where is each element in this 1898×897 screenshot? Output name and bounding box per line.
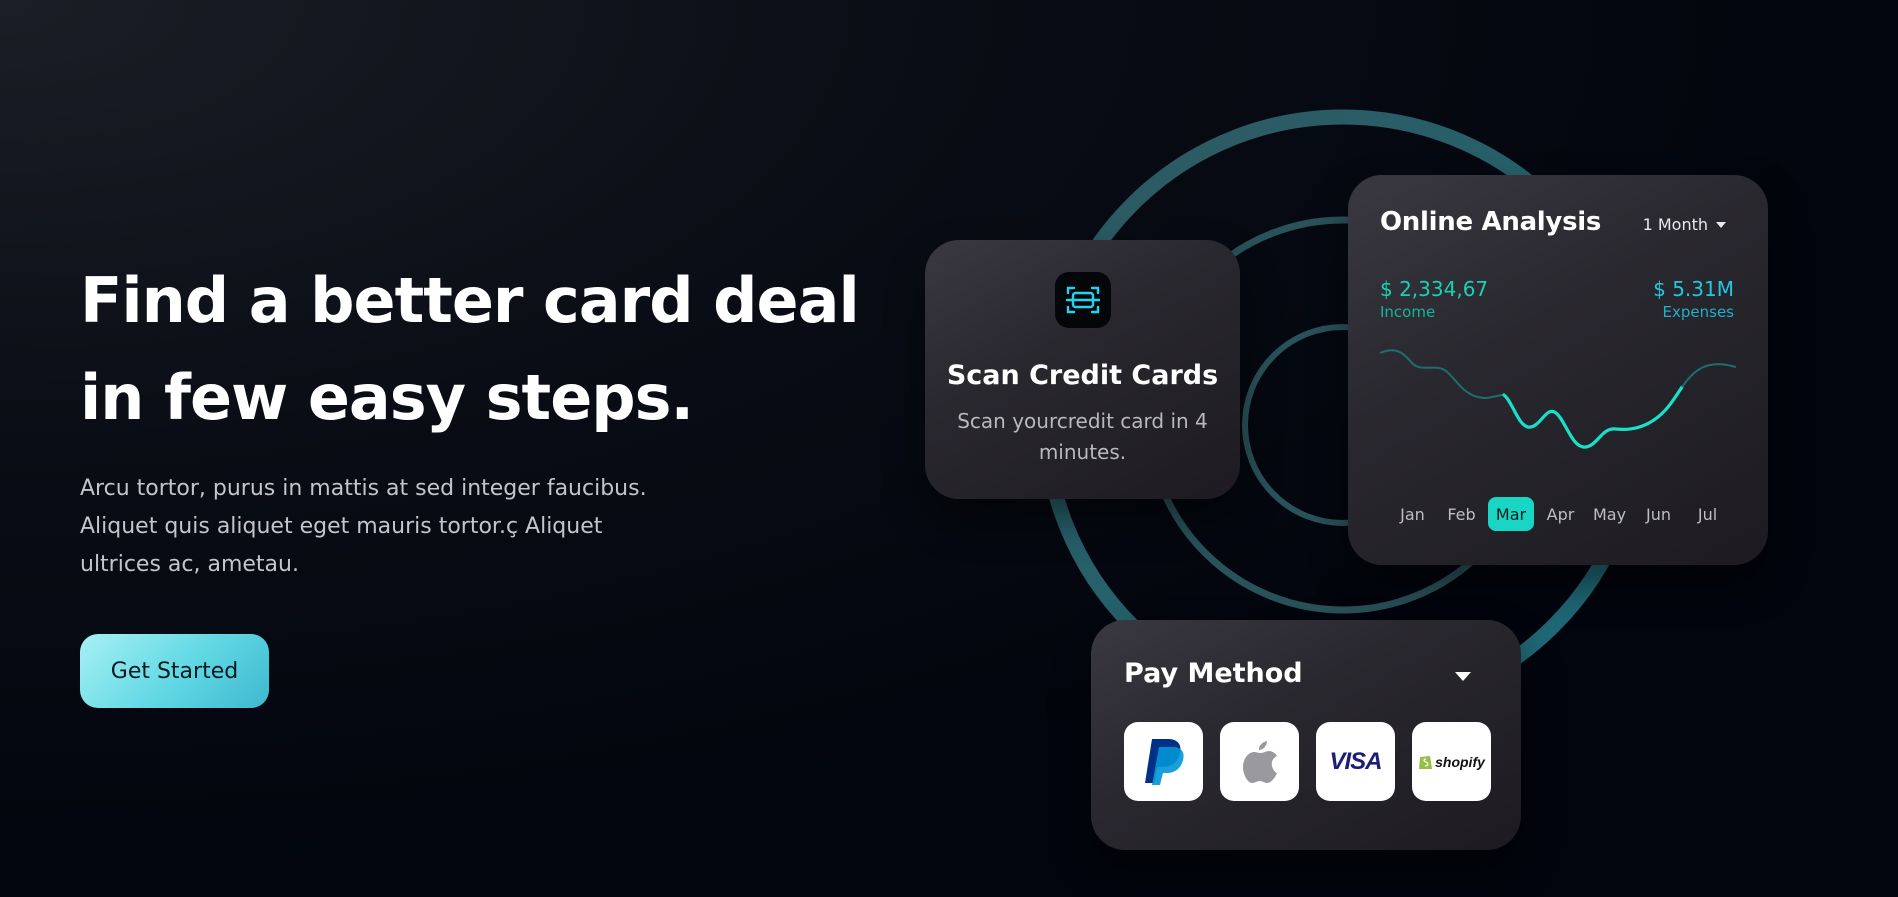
scan-card-subtitle: Scan yourcredit card in 4 minutes. — [957, 409, 1208, 464]
visa-icon: VISA — [1329, 747, 1382, 775]
month-may[interactable]: May — [1585, 497, 1634, 531]
scan-credit-cards-card: Scan Credit Cards Scan yourcredit card i… — [925, 240, 1240, 499]
month-mar[interactable]: Mar — [1488, 497, 1534, 531]
chart-line-faded-right — [1681, 363, 1736, 388]
month-feb[interactable]: Feb — [1437, 497, 1486, 531]
shopify-wordmark: shopify — [1435, 753, 1485, 770]
scan-card-icon — [1055, 272, 1111, 328]
month-jun[interactable]: Jun — [1634, 497, 1683, 531]
paypal-button[interactable] — [1124, 722, 1203, 801]
analysis-title: Online Analysis — [1380, 207, 1602, 237]
shopify-button[interactable]: shopify — [1412, 722, 1491, 801]
expenses-value: $ 5.31M — [1653, 277, 1734, 301]
shopify-icon: shopify — [1418, 753, 1485, 770]
month-selector: Jan Feb Mar Apr May Jun Jul — [1388, 497, 1732, 531]
scan-card-title: Scan Credit Cards — [946, 360, 1219, 391]
pay-method-card: Pay Method VISA shopify — [1091, 620, 1521, 850]
chevron-down-icon — [1716, 221, 1726, 228]
expenses-label: Expenses — [1662, 303, 1734, 321]
hero-title: Find a better card deal in few easy step… — [80, 252, 860, 446]
visa-button[interactable]: VISA — [1316, 722, 1395, 801]
income-value: $ 2,334,67 — [1380, 277, 1489, 301]
month-jan[interactable]: Jan — [1388, 497, 1437, 531]
payment-logos: VISA shopify — [1124, 722, 1491, 801]
period-dropdown[interactable]: 1 Month — [1643, 215, 1726, 234]
get-started-button[interactable]: Get Started — [80, 634, 269, 708]
analysis-line-chart — [1380, 349, 1736, 449]
online-analysis-card: Online Analysis 1 Month $ 2,334,67 Incom… — [1348, 175, 1768, 565]
apple-pay-button[interactable] — [1220, 722, 1299, 801]
hero-title-line-1: Find a better card deal — [80, 264, 860, 337]
income-label: Income — [1380, 303, 1436, 321]
apple-icon — [1242, 740, 1277, 783]
period-label: 1 Month — [1642, 215, 1708, 234]
month-jul[interactable]: Jul — [1683, 497, 1732, 531]
pay-method-title: Pay Method — [1124, 658, 1303, 689]
hero-description: Arcu tortor, purus in mattis at sed inte… — [80, 476, 647, 577]
chart-line-active — [1502, 385, 1684, 449]
month-apr[interactable]: Apr — [1536, 497, 1585, 531]
chart-line-faded-left — [1380, 349, 1505, 399]
chevron-down-icon[interactable] — [1455, 672, 1471, 681]
paypal-icon — [1144, 738, 1184, 785]
hero-title-line-2: in few easy steps. — [80, 361, 694, 434]
